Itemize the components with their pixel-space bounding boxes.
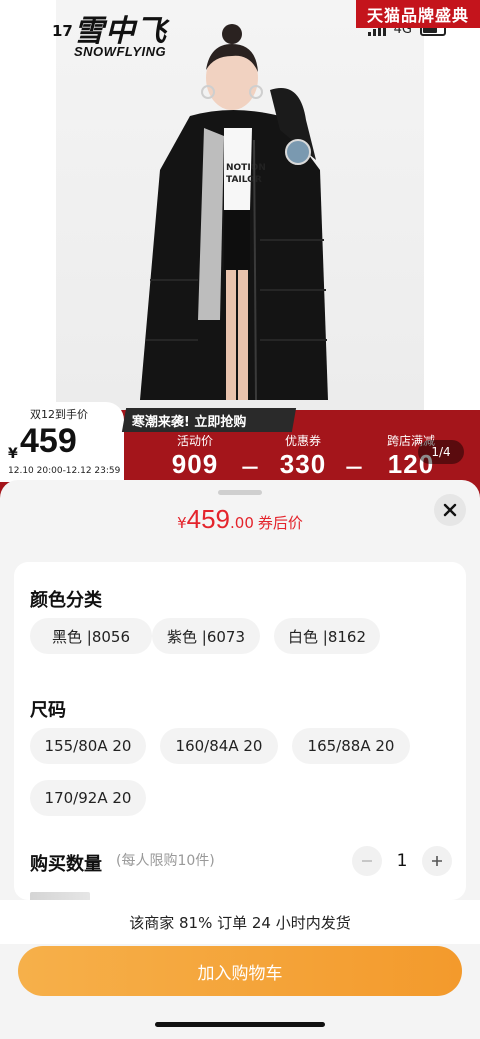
stat-value: 909: [171, 449, 219, 479]
model-illustration: NOTION TAILOR: [140, 24, 328, 401]
size-section-title: 尺码: [30, 700, 66, 721]
currency-symbol: ¥: [8, 446, 18, 462]
color-option-black[interactable]: 黑色 |8056: [30, 618, 152, 654]
shipping-info: 该商家 81% 订单 24 小时内发货: [0, 900, 480, 944]
stat-activity-price: 活动价 909: [160, 432, 230, 479]
minus-sign: －: [344, 456, 364, 480]
sku-bottom-sheet: ¥459.00 券后价 颜色分类 黑色 |8056 紫色 |6073 白色 |81…: [0, 480, 480, 1039]
price-suffix: 券后价: [257, 514, 303, 532]
home-indicator[interactable]: [155, 1022, 325, 1027]
tmall-event-badge: 天猫品牌盛典: [356, 0, 480, 28]
increase-button[interactable]: [421, 846, 452, 876]
quantity-value: 1: [396, 851, 408, 871]
stat-value: 330: [279, 449, 327, 479]
stat-label: 活动价: [176, 434, 213, 448]
image-counter: 1/4: [418, 440, 464, 464]
color-option-white[interactable]: 白色 |8162: [274, 618, 380, 654]
svg-text:NOTION: NOTION: [226, 163, 266, 173]
size-option[interactable]: 155/80A 20: [30, 728, 146, 764]
currency-symbol: ¥: [177, 514, 187, 532]
status-time: 17: [52, 22, 73, 40]
quantity-stepper[interactable]: 1: [352, 846, 452, 876]
size-option[interactable]: 170/92A 20: [30, 780, 146, 816]
quantity-limit-note: (每人限购10件): [116, 853, 215, 869]
price-card-label: 双12到手价: [30, 408, 88, 421]
color-option-purple[interactable]: 紫色 |6073: [152, 618, 260, 654]
decrease-button[interactable]: [352, 846, 382, 876]
add-to-cart-button[interactable]: 加入购物车: [18, 946, 462, 996]
stat-coupon: 优惠券 330: [268, 432, 338, 479]
price-card: 双12到手价 ¥ 459 12.10 20:00-12.12 23:59: [0, 402, 124, 482]
final-price: 459: [20, 422, 77, 460]
promo-tag-text: 寒潮来袭! 立即抢购: [132, 414, 247, 430]
minus-icon: [362, 860, 372, 862]
promo-time-range: 12.10 20:00-12.12 23:59: [8, 466, 121, 476]
plus-icon: [431, 856, 442, 866]
promo-tag: 寒潮来袭! 立即抢购: [121, 408, 297, 432]
size-option[interactable]: 165/88A 20: [292, 728, 410, 764]
image-background: [0, 0, 56, 410]
brand-subtitle: SNOWFLYING: [74, 44, 167, 59]
quantity-section-title: 购买数量: [30, 854, 102, 875]
sku-options-panel: 颜色分类 黑色 |8056 紫色 |6073 白色 |8162 尺码 155/8…: [14, 562, 466, 900]
stat-label: 优惠券: [284, 434, 321, 448]
minus-sign: －: [240, 456, 260, 480]
clipped-section-title: [30, 892, 90, 900]
coupon-price: ¥459.00 券后价: [0, 504, 480, 535]
price-decimal: .00: [230, 514, 254, 532]
price-integer: 459: [186, 504, 231, 534]
svg-text:TAILOR: TAILOR: [226, 175, 262, 185]
size-option[interactable]: 160/84A 20: [160, 728, 278, 764]
color-section-title: 颜色分类: [30, 590, 102, 611]
drag-handle[interactable]: [218, 490, 262, 495]
image-background: [424, 0, 480, 410]
product-image-carousel[interactable]: NOTION TAILOR 17 雪中飞 SNOWFLYING 4G 天猫品牌盛…: [0, 0, 480, 500]
